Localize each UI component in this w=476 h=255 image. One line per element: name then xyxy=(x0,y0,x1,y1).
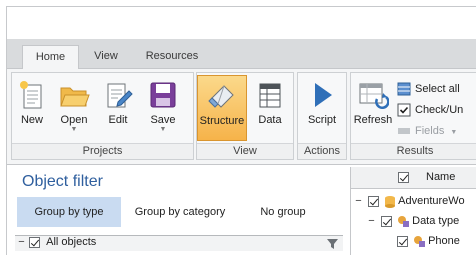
row-checkbox[interactable] xyxy=(397,235,408,247)
edit-document-icon xyxy=(107,83,133,108)
object-filter-title: Object filter xyxy=(22,173,103,190)
all-objects-checkbox[interactable] xyxy=(29,236,41,248)
grid-row[interactable]: − Data type xyxy=(367,211,459,231)
refresh-button-label: Refresh xyxy=(353,114,393,126)
select-all-grid-icon xyxy=(397,82,411,96)
play-script-icon xyxy=(315,83,332,107)
grid-row[interactable]: − AdventureWo xyxy=(354,191,465,211)
row-checkbox[interactable] xyxy=(368,195,380,207)
script-button[interactable]: Script xyxy=(302,75,342,139)
ribbon: New Open ▼ Edit Save ▼ Projects Structur… xyxy=(7,69,476,165)
group-projects-label: Projects xyxy=(12,143,193,159)
segment-group-by-category[interactable]: Group by category xyxy=(124,197,236,227)
group-results-label: Results xyxy=(351,143,476,159)
results-grid: Name − AdventureWo − Data type Phone xyxy=(350,167,476,255)
save-disk-icon xyxy=(150,82,176,108)
open-button[interactable]: Open ▼ xyxy=(56,75,92,139)
new-button[interactable]: New xyxy=(16,75,48,139)
collapse-toggle-icon[interactable]: − xyxy=(17,236,26,248)
checkbox-checked-icon xyxy=(397,103,411,117)
results-grid-header: Name xyxy=(351,167,476,189)
data-type-icon xyxy=(398,215,410,227)
tab-resources[interactable]: Resources xyxy=(137,45,207,69)
grid-row-label: AdventureWo xyxy=(398,195,465,207)
fields-button[interactable]: Fields ▼ xyxy=(397,121,457,141)
header-checkbox[interactable] xyxy=(398,172,409,183)
fields-label: Fields xyxy=(415,125,445,137)
segment-group-by-type[interactable]: Group by type xyxy=(17,197,121,227)
segment-no-group[interactable]: No group xyxy=(242,197,324,227)
database-icon xyxy=(385,195,396,208)
collapse-toggle-icon[interactable]: − xyxy=(354,191,363,211)
grid-row-label: Phone xyxy=(428,235,460,247)
app-window: Home View Resources New Open ▼ Edit Save… xyxy=(6,6,476,255)
check-uncheck-label: Check/Un xyxy=(415,104,464,116)
collapse-toggle-icon[interactable]: − xyxy=(367,211,376,231)
refresh-table-icon xyxy=(359,83,389,109)
fields-dropdown-arrow-icon: ▼ xyxy=(450,129,458,136)
check-uncheck-button[interactable]: Check/Un xyxy=(397,100,463,120)
ribbon-tabstrip: Home View Resources xyxy=(7,39,476,70)
group-projects: New Open ▼ Edit Save ▼ Projects xyxy=(11,72,194,160)
all-objects-label: All objects xyxy=(46,236,97,248)
new-button-label: New xyxy=(20,114,43,126)
data-button[interactable]: Data xyxy=(251,75,289,139)
save-dropdown-arrow-icon[interactable]: ▼ xyxy=(144,126,182,133)
structure-button[interactable]: Structure xyxy=(197,75,247,141)
group-actions-label: Actions xyxy=(298,143,346,159)
open-button-label: Open xyxy=(60,114,88,126)
column-header-name[interactable]: Name xyxy=(426,171,455,183)
filter-funnel-icon[interactable] xyxy=(326,238,339,250)
open-dropdown-arrow-icon[interactable]: ▼ xyxy=(56,126,92,133)
data-table-icon xyxy=(259,83,281,108)
grid-row-label: Data type xyxy=(412,215,460,227)
group-results: Refresh Select all Check/Un Fields ▼ Res… xyxy=(350,72,476,160)
tab-view[interactable]: View xyxy=(85,45,127,69)
edit-button-label: Edit xyxy=(108,114,128,126)
tree-row-all-objects[interactable]: − All objects xyxy=(15,235,343,251)
group-view: Structure Data View xyxy=(196,72,294,160)
save-button-label: Save xyxy=(150,114,176,126)
data-button-label: Data xyxy=(258,114,282,126)
select-all-label: Select all xyxy=(415,83,460,95)
select-all-button[interactable]: Select all xyxy=(397,79,460,99)
fields-icon xyxy=(398,128,410,135)
grid-row[interactable]: Phone xyxy=(397,231,460,251)
structure-button-label: Structure xyxy=(199,115,245,127)
tab-home[interactable]: Home xyxy=(22,45,79,70)
folder-open-icon xyxy=(60,87,90,107)
save-button[interactable]: Save ▼ xyxy=(144,75,182,139)
eraser-structure-icon xyxy=(208,85,234,108)
script-button-label: Script xyxy=(307,114,337,126)
new-document-icon xyxy=(20,81,42,109)
edit-button[interactable]: Edit xyxy=(100,75,136,139)
refresh-button[interactable]: Refresh xyxy=(353,75,393,139)
row-checkbox[interactable] xyxy=(381,215,393,227)
group-actions: Script Actions xyxy=(297,72,347,160)
group-view-label: View xyxy=(197,143,293,159)
data-type-icon xyxy=(414,235,426,247)
